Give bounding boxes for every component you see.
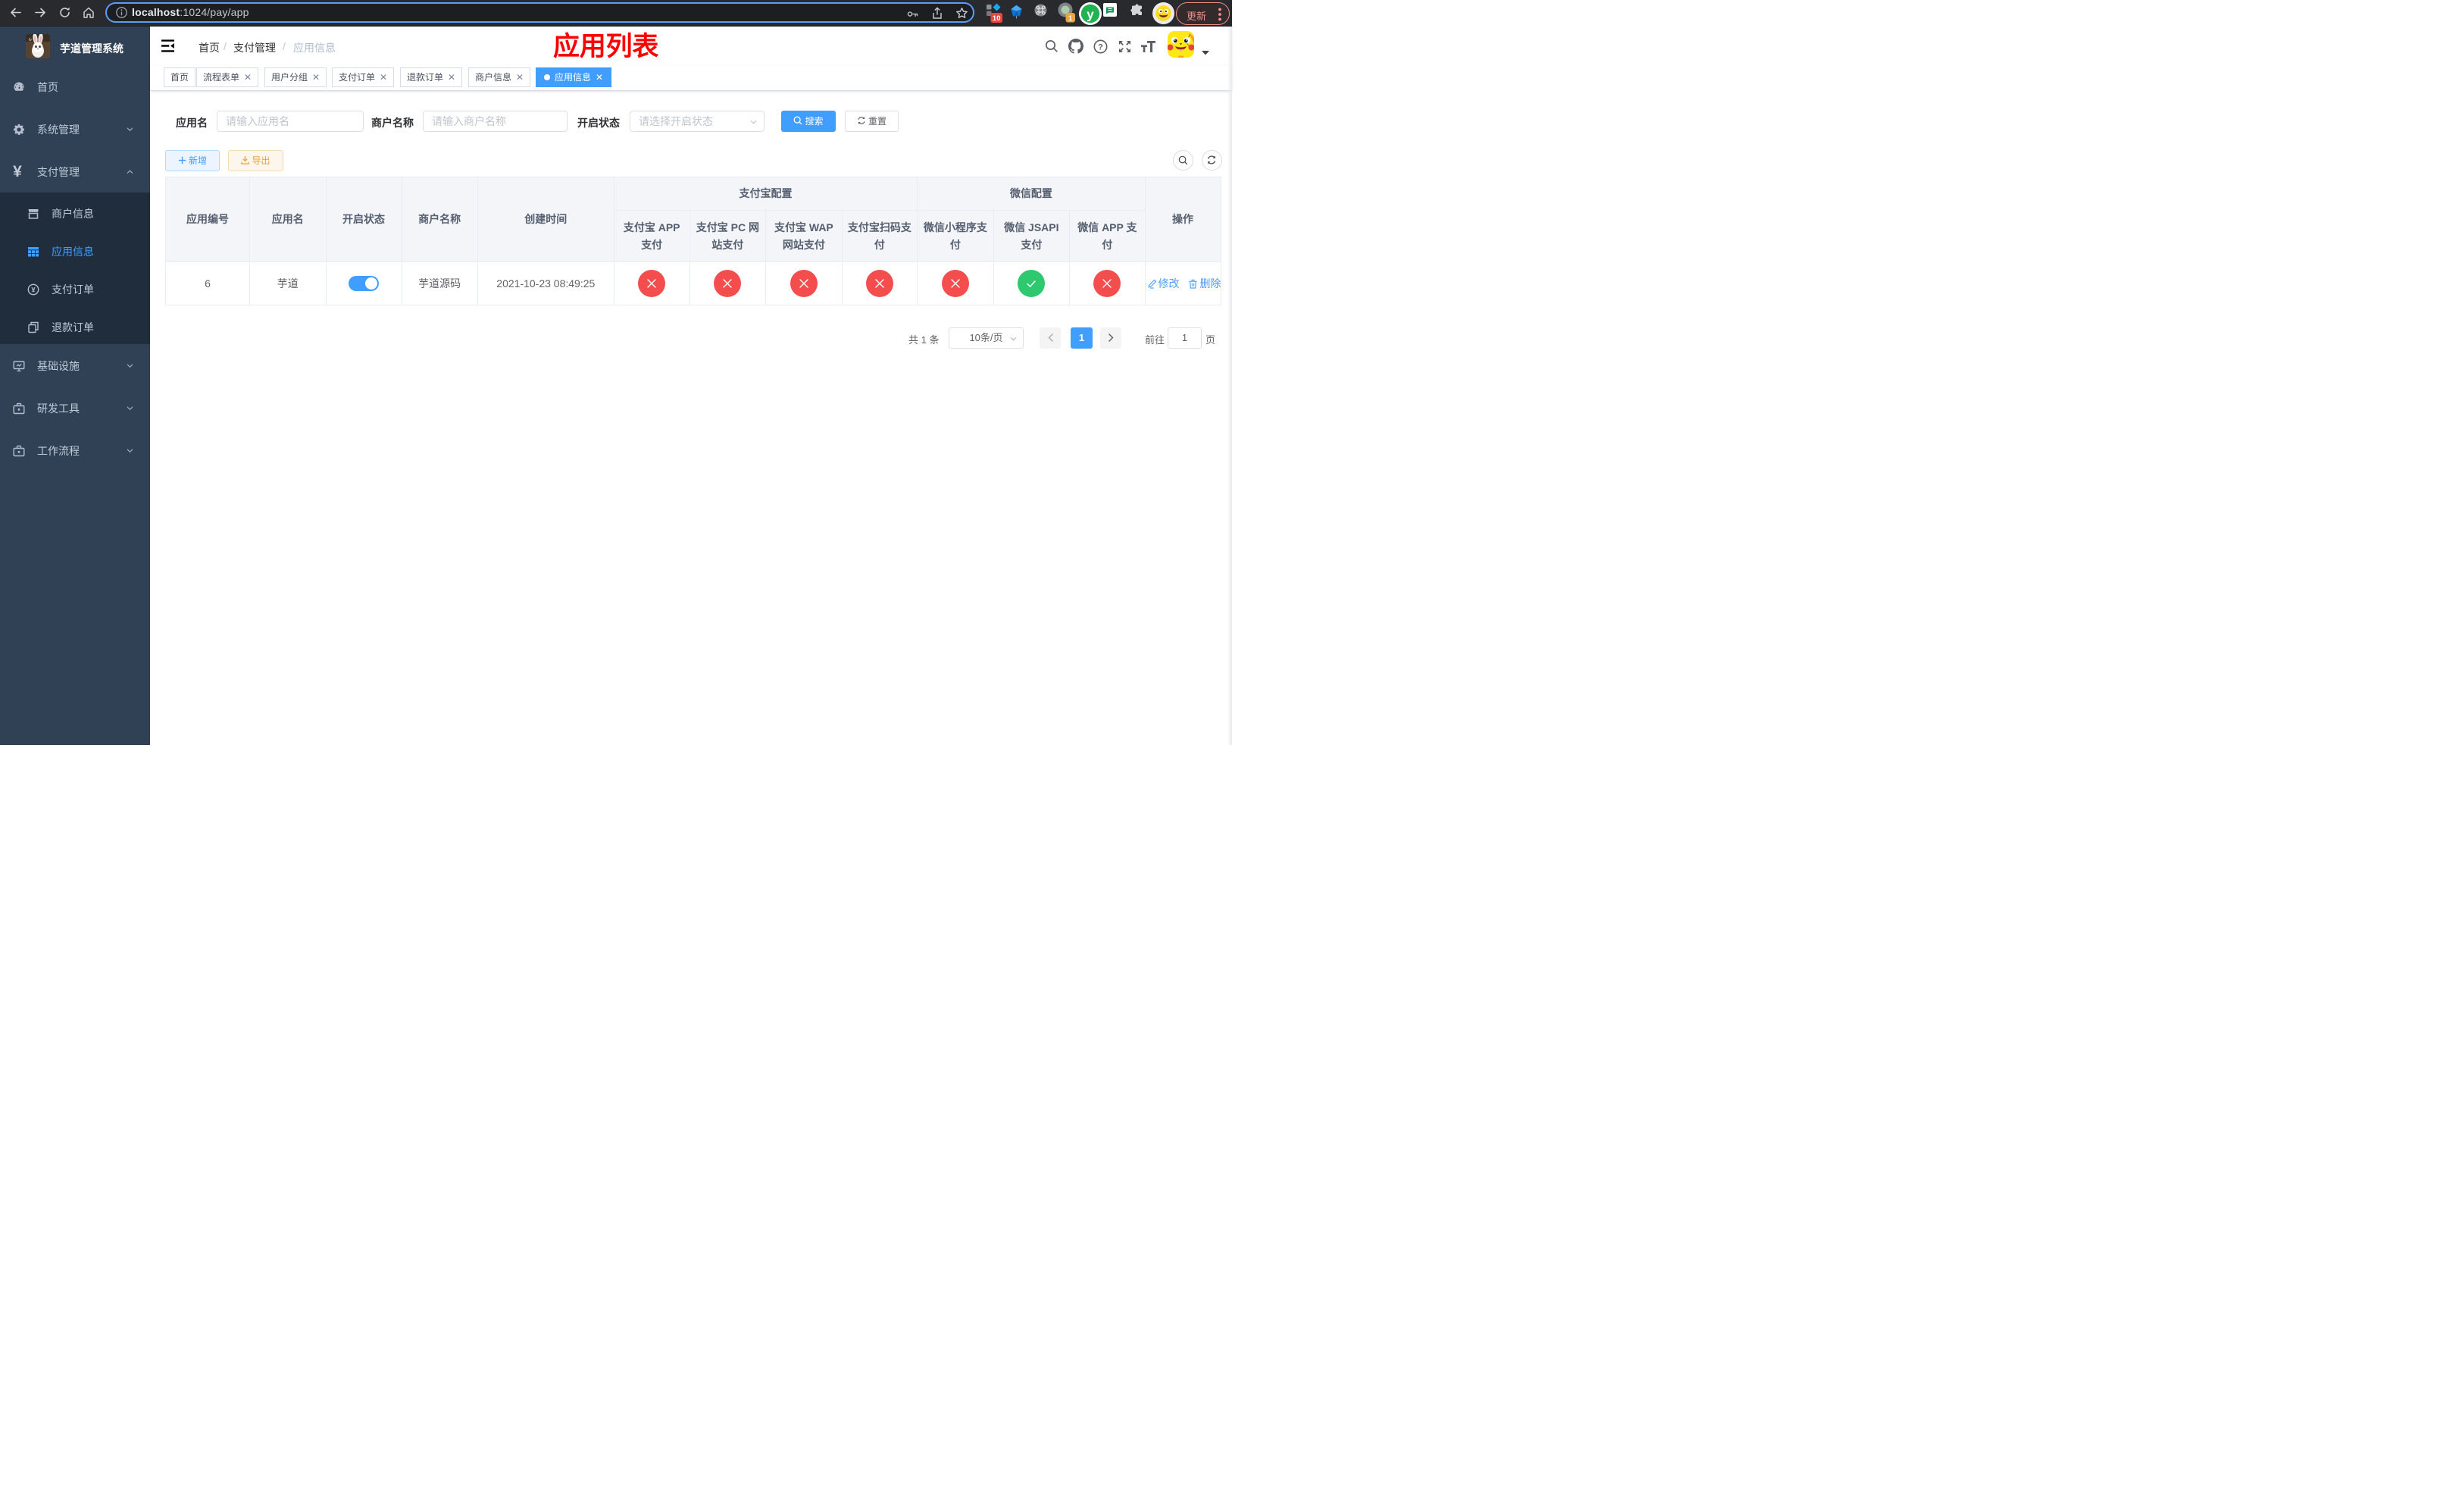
svg-text:y: y bbox=[1087, 7, 1094, 21]
svg-text:¥: ¥ bbox=[31, 286, 36, 294]
svg-text:10: 10 bbox=[993, 14, 1001, 23]
svg-text:1: 1 bbox=[1068, 14, 1073, 23]
svg-text:?: ? bbox=[1098, 42, 1103, 52]
